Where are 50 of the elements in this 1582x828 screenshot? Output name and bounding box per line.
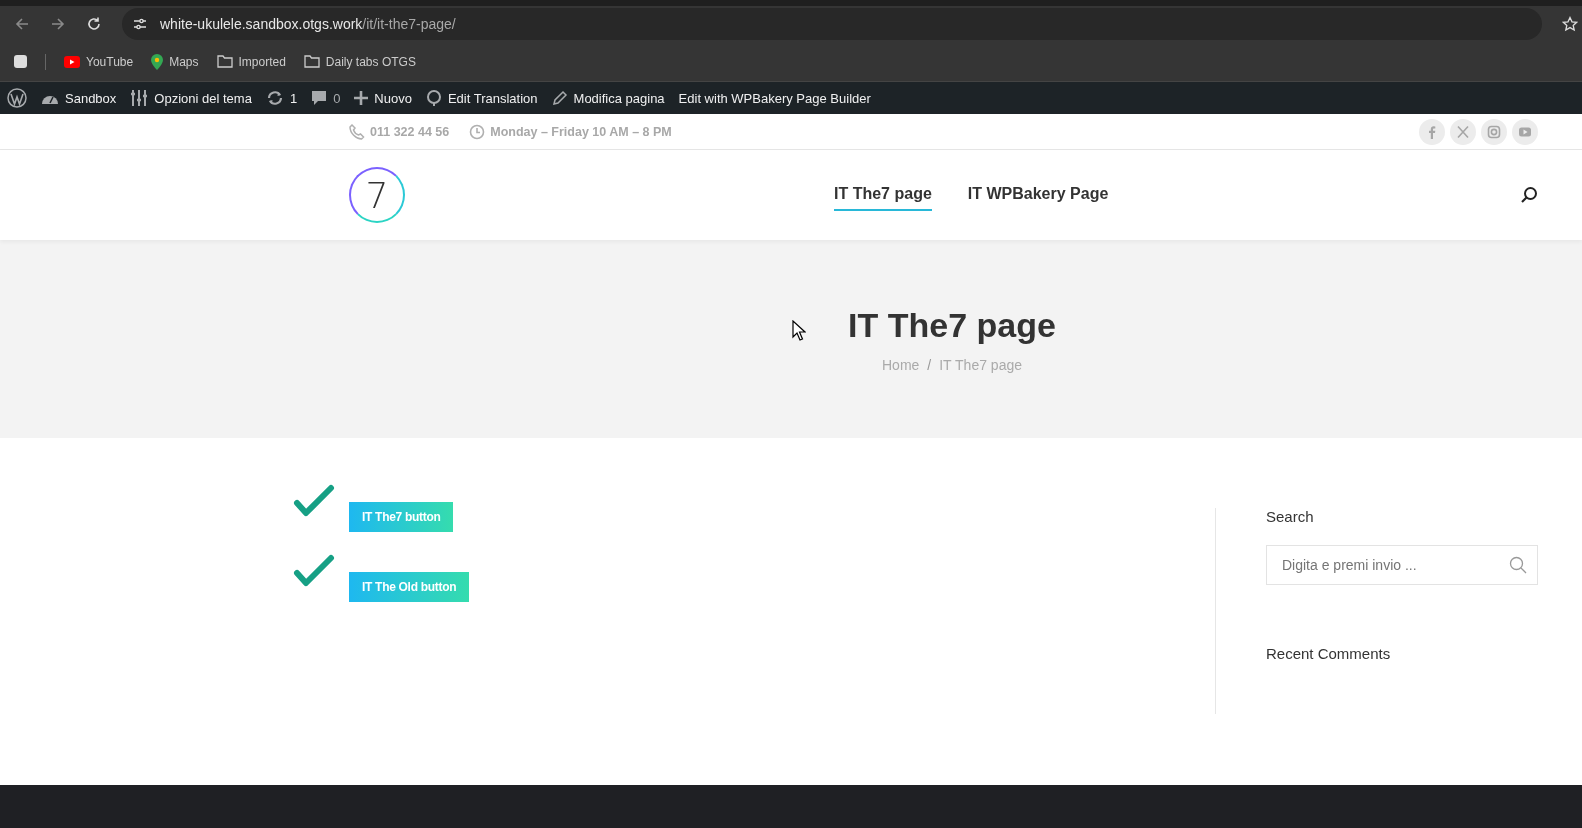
admin-bar-item[interactable]: Sandbox [41,90,117,106]
breadcrumb-current: IT The7 page [939,356,1022,373]
bookmark[interactable]: Maps [151,53,199,70]
nav-link[interactable]: IT The7 page [834,179,932,211]
forward-icon[interactable] [50,16,66,32]
admin-bar-item[interactable]: Nuovo [354,90,412,106]
search-field[interactable]: Digita e premi invio ... [1266,545,1538,585]
search-icon[interactable] [1520,186,1538,204]
pencil-icon [551,90,568,106]
phone-icon [349,123,365,140]
play-icon [64,55,80,68]
opening-hours: Monday – Friday 10 AM – 8 PM [469,123,672,140]
comment-icon [311,90,328,106]
site-settings-icon[interactable] [132,16,148,32]
wordpress-logo-icon[interactable] [7,88,27,108]
x-logo-icon[interactable] [1450,118,1476,145]
admin-bar-item[interactable]: Edit with WPBakery Page Builder [678,90,871,106]
widget-title: Search [1266,508,1315,525]
checkmark-icon [293,484,335,518]
admin-bar-item[interactable]: Modifica pagina [551,90,665,106]
map-pin-icon [151,53,164,70]
folder-icon [303,55,320,68]
address-bar[interactable]: white-ukulele.sandbox.otgs.work/it/it-the7-page/ [122,8,1542,40]
admin-bar-item[interactable]: 0 [311,90,341,106]
facebook-icon[interactable] [1419,118,1445,145]
apps-icon[interactable] [14,55,27,68]
mouse-cursor-icon [792,320,806,341]
bookmark[interactable]: Imported [216,54,286,69]
instagram-icon[interactable] [1481,118,1507,145]
page-title: IT The7 page [848,305,1056,345]
star-icon[interactable] [1562,16,1578,32]
video-play-icon[interactable] [1512,118,1538,145]
breadcrumb-separator: / [927,356,932,373]
nav-link[interactable]: IT WPBakery Page [967,179,1109,211]
reload-icon[interactable] [86,16,102,32]
logo[interactable]: 7 [349,167,405,223]
folder-icon [216,55,233,68]
bookmark[interactable]: Daily tabs OTGS [303,54,416,69]
refresh-icon [265,90,284,106]
admin-bar-item[interactable]: 1 [265,90,298,106]
widget-title: Recent Comments [1266,645,1392,662]
back-icon[interactable] [14,16,30,32]
phone-number: 011 322 44 56 [349,123,450,140]
clock-icon [469,123,486,140]
checkmark-icon [293,554,335,588]
bookmark[interactable]: YouTube [64,54,134,69]
admin-bar-item[interactable]: Edit Translation [425,89,538,107]
sliders-icon [130,89,149,107]
plus-icon [354,91,369,105]
admin-bar-item[interactable]: Opzioni del tema [130,89,252,107]
